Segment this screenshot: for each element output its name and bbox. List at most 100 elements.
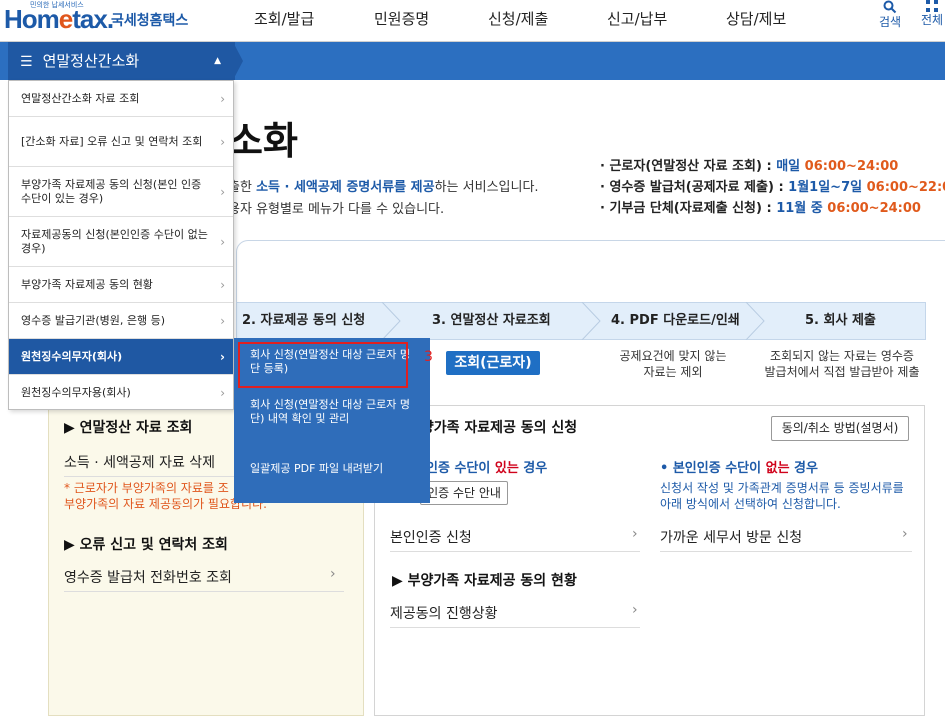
side-menu-label: [간소화 자료] 오류 신고 및 연락처 조회 (21, 134, 203, 148)
search-button[interactable]: 검색 (870, 0, 910, 29)
side-menu-item-error-report[interactable]: [간소화 자료] 오류 신고 및 연락처 조회 › (9, 117, 233, 167)
chevron-right-icon: › (220, 349, 225, 364)
link-issuer-phone[interactable]: 영수증 발급처 전화번호 조회 (64, 567, 232, 587)
side-menu-label: 부양가족 자료제공 동의 현황 (21, 277, 153, 291)
chevron-right-icon: › (220, 91, 225, 106)
auth-guide-button[interactable]: 인증 수단 안내 (420, 481, 508, 505)
schedule-label: · 기부금 단체(자료제출 신청) : (600, 201, 777, 216)
divider (64, 591, 344, 592)
link-visit-tax-office[interactable]: 가까운 세무서 방문 신청 (660, 527, 802, 547)
note-line: 조회되지 않는 자료는 영수증 (770, 349, 914, 363)
nav-inquiry[interactable]: 조회/발급 (254, 8, 314, 29)
page-description: 출한 소득 · 세액공제 증명서류를 제공하는 서비스입니다. (228, 176, 539, 195)
schedule-label: · 근로자(연말정산 자료 조회) : (600, 159, 777, 174)
side-menu-label: 영수증 발급기관(병원, 은행 등) (21, 313, 166, 327)
logo-text-b: tax. (72, 4, 114, 34)
side-menu: 연말정산간소화 자료 조회 › [간소화 자료] 오류 신고 및 연락처 조회 › … (8, 80, 234, 410)
side-menu-label: 부양가족 자료제공 동의 신청(본인 인증 수단이 있는 경우) (21, 177, 202, 205)
heading-text-end: 경우 (789, 461, 818, 476)
side-menu-item-consent-status[interactable]: 부양가족 자료제공 동의 현황 › (9, 267, 233, 303)
chevron-right-icon: › (220, 134, 225, 149)
no-auth-heading: • 본인인증 수단이 없는 경우 (660, 457, 818, 476)
link-consent-progress[interactable]: 제공동의 진행상황 (390, 603, 498, 623)
desc-text-end: 하는 서비스입니다. (434, 180, 539, 195)
step-chevron-icon (745, 302, 765, 340)
sub-menu-item-company-manage[interactable]: 회사 신청(연말정산 대상 근로자 명단) 내역 확인 및 관리 (234, 398, 430, 426)
chevron-right-icon: › (632, 602, 638, 618)
side-menu-item-consent-with-auth[interactable]: 부양가족 자료제공 동의 신청(본인 인증 수단이 있는 경우) › (9, 167, 233, 217)
consent-guide-button[interactable]: 동의/취소 방법(설명서) (771, 416, 909, 441)
chevron-right-icon: › (220, 184, 225, 199)
annotation-highlight-box (238, 342, 408, 388)
caret-up-icon: ▲ (214, 56, 221, 66)
step-2: 2. 자료제공 동의 신청 (242, 313, 366, 328)
hometax-logo[interactable]: Hometax. (4, 4, 114, 34)
step-4: 4. PDF 다운로드/인쇄 (611, 313, 740, 328)
all-menu-button[interactable]: 전체 (912, 0, 945, 27)
chevron-right-icon: › (220, 386, 225, 400)
side-menu-label: 자료제공동의 신청(본인인증 수단이 없는 경우) (21, 227, 208, 255)
section-title-consent: 부양가족 자료제공 동의 신청 (408, 420, 578, 436)
all-menu-label: 전체 (920, 13, 944, 27)
side-menu-item-withholding-agent[interactable]: 원천징수의무자(회사) › (9, 339, 233, 375)
schedule-donation: · 기부금 단체(자료제출 신청) : 11월 중 06:00~24:00 (600, 197, 921, 216)
heading-emphasis: 없는 (765, 461, 790, 476)
schedule-when: 1월1일~7일 (788, 180, 867, 195)
menu-toggle-button[interactable]: ☰ 연말정산간소화 ▲ (8, 42, 235, 80)
annotation-number: 3 (424, 349, 433, 365)
schedule-time: 06:00~24:00 (827, 201, 921, 216)
divider (390, 627, 640, 628)
schedule-time: 06:00~22:00 (866, 180, 945, 195)
sub-menu-item-bulk-pdf-download[interactable]: 일괄제공 PDF 파일 내려받기 (234, 462, 430, 476)
search-label: 검색 (878, 15, 902, 29)
section-title-consent-status: ▶ 부양가족 자료제공 동의 현황 (392, 573, 577, 589)
chevron-right-icon: › (902, 526, 908, 542)
chevron-right-icon: › (220, 234, 225, 249)
step-5: 5. 회사 제출 (805, 313, 876, 328)
chevron-right-icon: › (632, 526, 638, 542)
logo-subtitle: 국세청홈택스 (111, 13, 189, 29)
step4-note: 공제요건에 맞지 않는자료는 제외 (603, 348, 743, 380)
link-delete-data[interactable]: 소득 · 세액공제 자료 삭제 (64, 452, 215, 472)
side-menu-item-receipt-issuer[interactable]: 영수증 발급기관(병원, 은행 등) › (9, 303, 233, 339)
link-self-auth-apply[interactable]: 본인인증 신청 (390, 527, 472, 547)
step5-note: 조회되지 않는 자료는 영수증 발급처에서 직접 발급받아 제출 (752, 348, 932, 380)
chevron-right-icon: › (220, 277, 225, 292)
section-title-error: ▶ 오류 신고 및 연락처 조회 (64, 537, 228, 553)
chevron-right-icon: › (330, 566, 336, 582)
note-line: 자료는 제외 (643, 365, 703, 379)
heading-text: • 본인인증 수단이 (660, 461, 766, 476)
side-menu-label: 원천징수의무자(회사) (21, 349, 123, 363)
nav-application[interactable]: 신청/제출 (488, 8, 548, 29)
breadcrumb-arrow (233, 42, 243, 80)
grid-icon (926, 0, 938, 12)
notice-line-1: * 근로자가 부양가족의 자료를 조 (64, 481, 229, 495)
note-line: 공제요건에 맞지 않는 (619, 349, 727, 363)
logo-text-a: Hom (4, 4, 60, 34)
schedule-when: 11월 중 (776, 201, 828, 216)
side-menu-label: 연말정산간소화 자료 조회 (21, 91, 140, 105)
side-menu-item-consent-no-auth[interactable]: 자료제공동의 신청(본인인증 수단이 없는 경우) › (9, 217, 233, 267)
nav-report-payment[interactable]: 신고/납부 (607, 8, 667, 29)
worker-inquiry-button[interactable]: 조회(근로자) (446, 351, 540, 375)
schedule-worker: · 근로자(연말정산 자료 조회) : 매일 06:00~24:00 (600, 155, 898, 174)
step-chevron-icon (381, 302, 401, 340)
schedule-when: 매일 (776, 159, 805, 174)
search-icon (883, 0, 897, 14)
hamburger-icon: ☰ (20, 54, 33, 70)
right-panel (374, 405, 925, 716)
schedule-issuer: · 영수증 발급처(공제자료 제출) : 1월1일~7일 06:00~22:00 (600, 176, 945, 195)
nav-consult[interactable]: 상담/제보 (726, 8, 786, 29)
nav-certificate[interactable]: 민원증명 (374, 8, 429, 29)
heading-emphasis: 있는 (494, 461, 519, 476)
has-auth-heading: 인증 수단이 있는 경우 (426, 457, 547, 476)
no-auth-desc-2: 아래 방식에서 선택하여 신청합니다. (660, 497, 841, 511)
section-title-inquiry: ▶ 연말정산 자료 조회 (64, 420, 193, 436)
schedule-time: 06:00~24:00 (804, 159, 899, 174)
side-menu-item-data-inquiry[interactable]: 연말정산간소화 자료 조회 › (9, 81, 233, 117)
side-menu-label: 원천징수의무자용(회사) (21, 386, 131, 399)
heading-text-end: 경우 (518, 461, 548, 476)
logo-text-e: e (58, 4, 74, 34)
schedule-label: · 영수증 발급처(공제자료 제출) : (600, 180, 789, 195)
side-menu-item-withholding-agent-use[interactable]: 원천징수의무자용(회사) › (9, 375, 233, 411)
